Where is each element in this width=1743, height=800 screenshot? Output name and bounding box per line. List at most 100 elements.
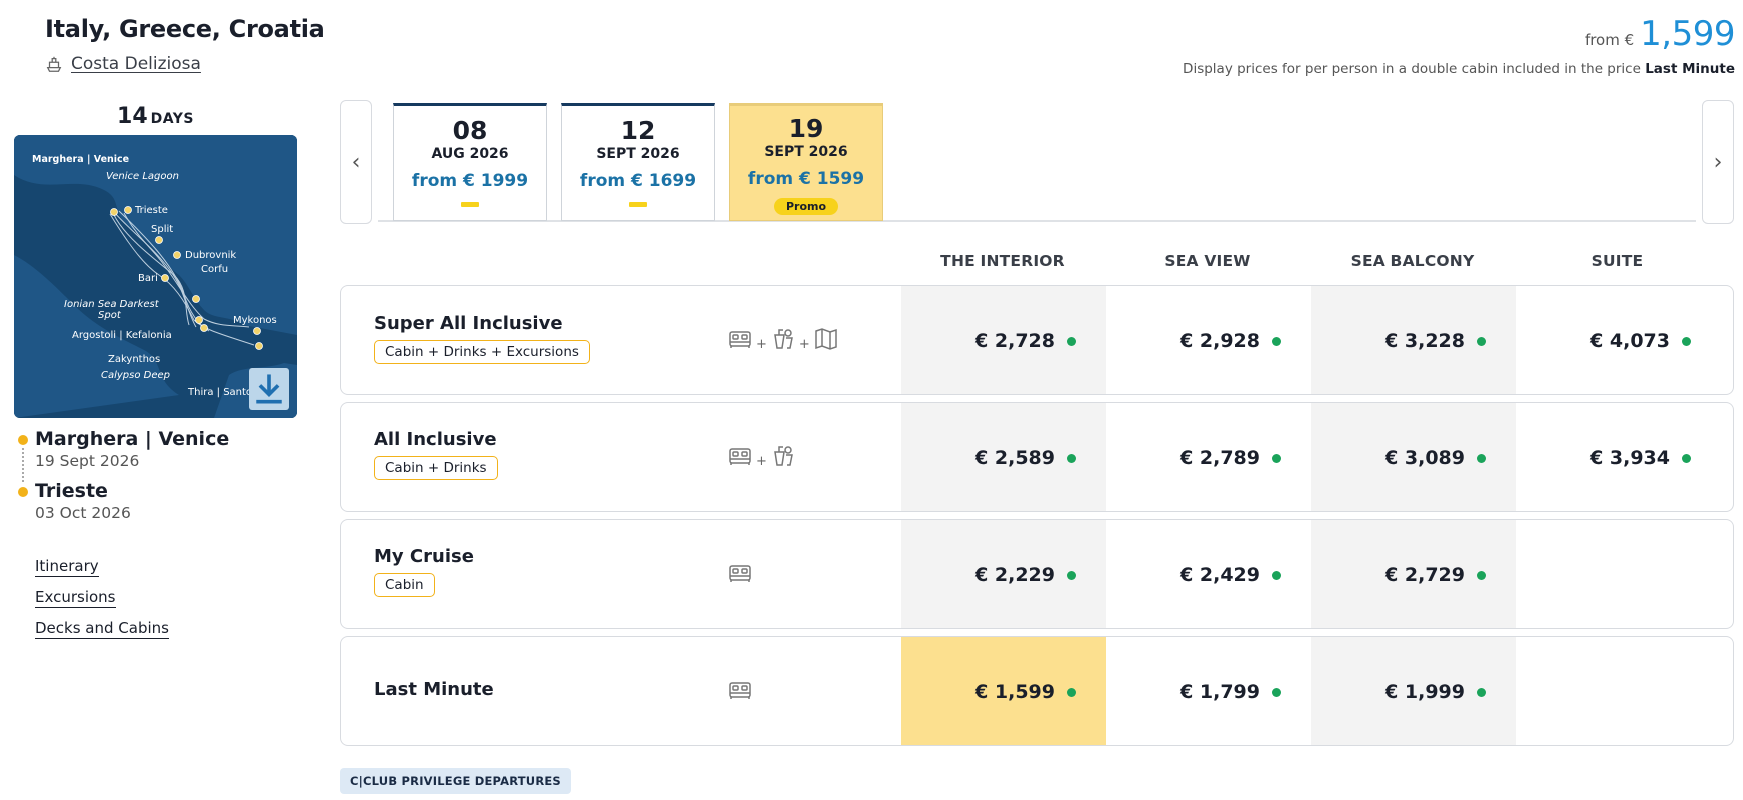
price-value: € 2,728 <box>975 330 1055 352</box>
bed-icon <box>729 682 751 699</box>
days-number: 14 <box>117 104 148 129</box>
svg-text:Spot: Spot <box>98 310 122 321</box>
plus-sign: + <box>756 337 767 352</box>
drinks-icon <box>774 446 793 466</box>
price-value: € 1,999 <box>1385 681 1465 703</box>
link-itinerary[interactable]: Itinerary <box>35 557 99 577</box>
date-indicator <box>461 202 479 207</box>
price-cell[interactable]: € 2,729 <box>1311 520 1516 628</box>
price-value: € 2,229 <box>975 564 1055 586</box>
price-cell[interactable]: € 2,229 <box>901 520 1106 628</box>
price-cell[interactable]: € 3,934 <box>1516 403 1721 511</box>
date-card-selected[interactable]: 19 SEPT 2026 from € 1599 Promo <box>729 103 883 221</box>
ship-link[interactable]: Costa Deliziosa <box>45 54 201 74</box>
availability-dot <box>1477 336 1486 346</box>
bed-icon <box>729 331 751 348</box>
bed-icon <box>729 448 751 465</box>
plus-sign: + <box>756 454 767 469</box>
price-cell[interactable]: € 3,089 <box>1311 403 1516 511</box>
from-price-header: from € 1,599 <box>1585 14 1736 54</box>
price-cell[interactable]: € 2,429 <box>1106 520 1311 628</box>
chevron-left-icon: ‹ <box>351 149 361 175</box>
package-row-last-minute: Last Minute € 1,599 € 1,799 € 1,999 <box>340 636 1734 746</box>
chevron-right-icon: › <box>1713 149 1723 175</box>
package-icons <box>727 560 753 586</box>
drinks-icon <box>774 329 793 349</box>
availability-dot <box>1272 570 1281 580</box>
date-card[interactable]: 08 AUG 2026 from € 1999 <box>393 103 547 221</box>
svg-text:Venice Lagoon: Venice Lagoon <box>106 171 179 182</box>
svg-text:Calypso Deep: Calypso Deep <box>101 370 170 381</box>
price-cell[interactable]: € 4,073 <box>1516 286 1721 394</box>
route-stop-arrival: Trieste 03 Oct 2026 <box>18 480 229 522</box>
price-cell[interactable]: € 2,589 <box>901 403 1106 511</box>
price-value: € 2,429 <box>1180 564 1260 586</box>
price-cell[interactable]: € 3,228 <box>1311 286 1516 394</box>
price-cell[interactable]: € 1,799 <box>1106 637 1311 745</box>
download-map-button[interactable] <box>249 368 289 410</box>
display-note-bold: Last Minute <box>1645 61 1735 77</box>
package-icons: + + <box>727 326 839 352</box>
availability-dot <box>1682 453 1691 463</box>
duration: 14 DAYS <box>14 104 297 129</box>
route-stop-departure: Marghera | Venice 19 Sept 2026 <box>18 428 229 470</box>
price-cell[interactable]: € 1,999 <box>1311 637 1516 745</box>
route-summary: Marghera | Venice 19 Sept 2026 Trieste 0… <box>18 428 229 532</box>
price-value: € 1,599 <box>975 681 1055 703</box>
date-month: AUG 2026 <box>431 146 509 162</box>
price-value: € 2,729 <box>1385 564 1465 586</box>
club-privilege-badge: C|CLUB PRIVILEGE DEPARTURES <box>340 768 571 794</box>
availability-dot <box>1067 336 1076 346</box>
col-sea-view: SEA VIEW <box>1164 252 1251 270</box>
availability-dot <box>1067 687 1076 697</box>
date-day: 12 <box>620 116 656 145</box>
price-value: € 3,089 <box>1385 447 1465 469</box>
price-cell[interactable]: € 2,928 <box>1106 286 1311 394</box>
price-cell[interactable]: € 2,789 <box>1106 403 1311 511</box>
carousel-next-button[interactable]: › <box>1702 100 1734 224</box>
itinerary-map[interactable]: Marghera | Venice Venice Lagoon Trieste … <box>14 135 297 418</box>
availability-dot <box>1477 687 1486 697</box>
availability-dot <box>1067 453 1076 463</box>
ship-name: Costa Deliziosa <box>71 54 201 74</box>
price-value: € 2,789 <box>1180 447 1260 469</box>
date-month: SEPT 2026 <box>596 146 680 162</box>
ship-icon <box>46 56 62 72</box>
date-price: from € 1599 <box>747 169 865 189</box>
price-value: € 3,934 <box>1590 447 1670 469</box>
package-name: Last Minute <box>374 679 494 700</box>
package-tag: Cabin + Drinks <box>374 456 498 480</box>
date-day: 19 <box>788 114 824 143</box>
svg-text:Zakynthos: Zakynthos <box>108 354 160 365</box>
display-note-text: Display prices for per person in a doubl… <box>1183 61 1641 77</box>
svg-text:Bari: Bari <box>138 273 158 284</box>
availability-dot <box>1272 687 1281 697</box>
price-value: € 2,928 <box>1180 330 1260 352</box>
page-title: Italy, Greece, Croatia <box>45 15 325 43</box>
date-indicator <box>629 202 647 207</box>
map-icon <box>815 328 837 350</box>
package-name: My Cruise <box>374 546 474 567</box>
stop-date: 19 Sept 2026 <box>35 452 140 470</box>
svg-text:Mykonos: Mykonos <box>233 315 277 326</box>
date-month: SEPT 2026 <box>764 144 848 160</box>
display-note: Display prices for per person in a doubl… <box>1183 61 1735 77</box>
svg-text:Marghera | Venice: Marghera | Venice <box>32 154 129 165</box>
departure-date-carousel: ‹ 08 AUG 2026 from € 1999 12 SEPT 2026 f… <box>340 100 1734 224</box>
package-tag: Cabin <box>374 573 435 597</box>
availability-dot <box>1477 453 1486 463</box>
date-card[interactable]: 12 SEPT 2026 from € 1699 <box>561 103 715 221</box>
price-cell-selected[interactable]: € 1,599 <box>901 637 1106 745</box>
availability-dot <box>1477 570 1486 580</box>
price-value: € 2,589 <box>975 447 1055 469</box>
link-excursions[interactable]: Excursions <box>35 588 116 608</box>
stop-date: 03 Oct 2026 <box>35 504 131 522</box>
download-icon <box>256 374 282 404</box>
link-decks-and-cabins[interactable]: Decks and Cabins <box>35 619 169 639</box>
promo-badge: Promo <box>773 198 839 215</box>
carousel-prev-button[interactable]: ‹ <box>340 100 372 224</box>
price-cell[interactable]: € 2,728 <box>901 286 1106 394</box>
package-row-super-all-inclusive: Super All Inclusive Cabin + Drinks + Exc… <box>340 285 1734 395</box>
price-value: € 3,228 <box>1385 330 1465 352</box>
col-interior: THE INTERIOR <box>940 252 1065 270</box>
